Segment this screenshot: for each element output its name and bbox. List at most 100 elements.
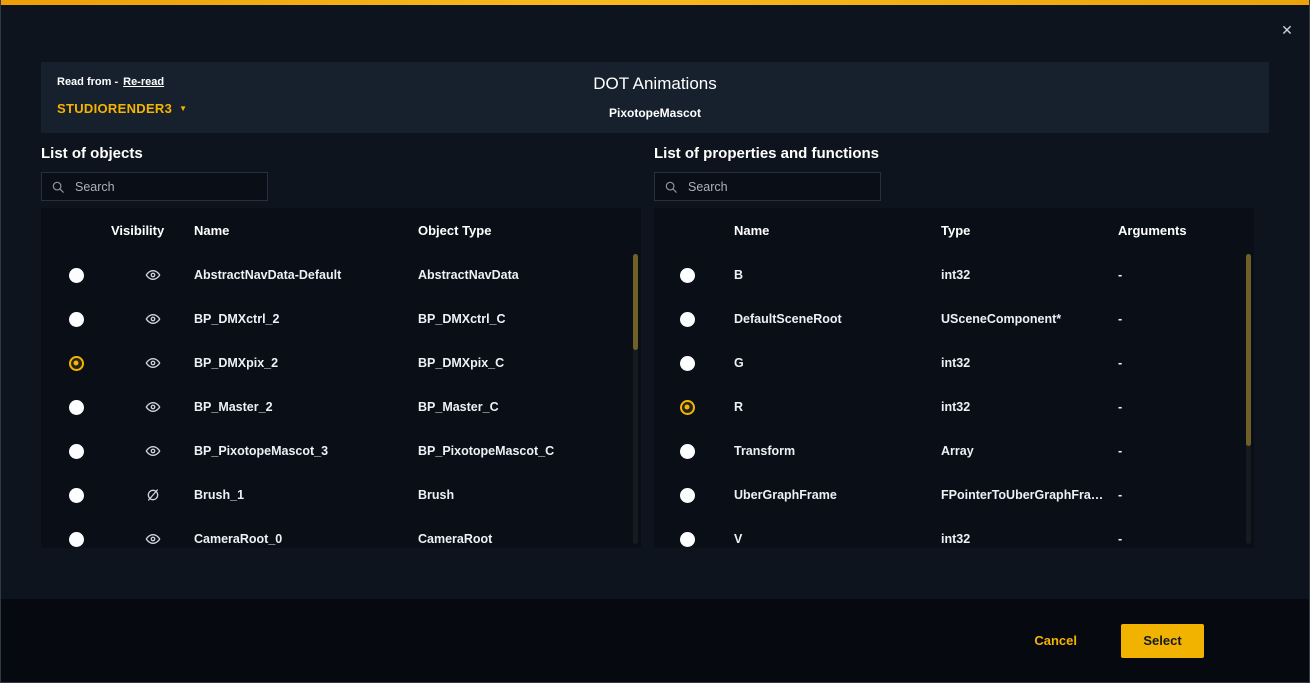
cell-name: B [720, 268, 927, 282]
cancel-button[interactable]: Cancel [1028, 632, 1083, 649]
cell-object-type: BP_DMXctrl_C [418, 312, 641, 326]
radio-button[interactable] [680, 488, 695, 503]
table-row[interactable]: Rint32- [654, 385, 1254, 429]
cell-object-type: CameraRoot [418, 532, 641, 546]
top-accent-bar [1, 0, 1309, 5]
column-header-name: Name [720, 223, 927, 238]
properties-panel-heading: List of properties and functions [654, 145, 879, 162]
eye-icon[interactable] [145, 355, 161, 371]
table-row[interactable]: CameraRoot_0CameraRoot [41, 517, 641, 548]
visibility-cell [111, 531, 194, 547]
radio-button[interactable] [680, 444, 695, 459]
radio-button[interactable] [69, 488, 84, 503]
search-icon [51, 180, 65, 194]
eye-off-icon[interactable] [145, 487, 161, 503]
visibility-cell [111, 267, 194, 283]
radio-button[interactable] [680, 532, 695, 547]
objects-search[interactable] [41, 172, 268, 201]
eye-icon[interactable] [145, 531, 161, 547]
cell-arguments: - [1104, 312, 1254, 326]
table-row[interactable]: DefaultSceneRootUSceneComponent*- [654, 297, 1254, 341]
dialog-window: ✕ Read from - Re-read STUDIORENDER3 ▼ DOT… [0, 0, 1310, 683]
cell-object-type: BP_DMXpix_C [418, 356, 641, 370]
radio-cell [41, 312, 111, 327]
select-button[interactable]: Select [1121, 624, 1204, 658]
reread-link[interactable]: Re-read [123, 76, 164, 88]
scrollbar-thumb[interactable] [1246, 254, 1251, 446]
table-row[interactable]: BP_DMXpix_2BP_DMXpix_C [41, 341, 641, 385]
radio-button[interactable] [680, 312, 695, 327]
eye-icon[interactable] [145, 267, 161, 283]
cell-name: DefaultSceneRoot [720, 312, 927, 326]
radio-cell [654, 268, 720, 283]
close-button[interactable]: ✕ [1277, 20, 1297, 40]
radio-cell [41, 444, 111, 459]
properties-search[interactable] [654, 172, 881, 201]
objects-panel-heading: List of objects [41, 145, 143, 162]
dialog-footer: Cancel Select [1, 599, 1309, 682]
column-header-object-type: Object Type [418, 223, 641, 238]
radio-button[interactable] [69, 268, 84, 283]
radio-cell [654, 312, 720, 327]
eye-icon[interactable] [145, 399, 161, 415]
table-row[interactable]: Gint32- [654, 341, 1254, 385]
radio-button[interactable] [69, 312, 84, 327]
radio-cell [41, 400, 111, 415]
read-from-row: Read from - Re-read [57, 76, 187, 88]
objects-table: Visibility Name Object Type AbstractNavD… [41, 208, 641, 548]
radio-button[interactable] [680, 268, 695, 283]
cell-arguments: - [1104, 532, 1254, 546]
eye-icon[interactable] [145, 443, 161, 459]
properties-search-input[interactable] [686, 179, 871, 195]
radio-cell [41, 356, 111, 371]
cell-name: AbstractNavData-Default [194, 268, 418, 282]
cell-type: int32 [927, 400, 1104, 414]
table-row[interactable]: Brush_1Brush [41, 473, 641, 517]
table-row[interactable]: Vint32- [654, 517, 1254, 548]
visibility-cell [111, 487, 194, 503]
radio-button[interactable] [69, 444, 84, 459]
cell-arguments: - [1104, 400, 1254, 414]
table-row[interactable]: Bint32- [654, 253, 1254, 297]
radio-button-selected[interactable] [69, 356, 84, 371]
cell-object-type: Brush [418, 488, 641, 502]
table-row[interactable]: BP_PixotopeMascot_3BP_PixotopeMascot_C [41, 429, 641, 473]
dialog-title-block: DOT Animations PixotopeMascot [41, 74, 1269, 120]
radio-cell [41, 488, 111, 503]
table-row[interactable]: TransformArray- [654, 429, 1254, 473]
properties-scrollbar[interactable] [1246, 254, 1251, 544]
table-row[interactable]: BP_Master_2BP_Master_C [41, 385, 641, 429]
objects-scrollbar[interactable] [633, 254, 638, 544]
cell-object-type: AbstractNavData [418, 268, 641, 282]
radio-button[interactable] [69, 532, 84, 547]
scrollbar-thumb[interactable] [633, 254, 638, 350]
visibility-cell [111, 443, 194, 459]
radio-cell [654, 400, 720, 415]
radio-cell [654, 444, 720, 459]
eye-icon[interactable] [145, 311, 161, 327]
cell-type: FPointerToUberGraphFrame [927, 488, 1104, 502]
dialog-header: Read from - Re-read STUDIORENDER3 ▼ DOT A… [41, 62, 1269, 133]
cell-name: G [720, 356, 927, 370]
table-row[interactable]: UberGraphFrameFPointerToUberGraphFrame- [654, 473, 1254, 517]
cell-type: Array [927, 444, 1104, 458]
cell-name: V [720, 532, 927, 546]
objects-search-input[interactable] [73, 179, 258, 195]
table-row[interactable]: BP_DMXctrl_2BP_DMXctrl_C [41, 297, 641, 341]
visibility-cell [111, 311, 194, 327]
cell-arguments: - [1104, 488, 1254, 502]
cell-name: BP_DMXctrl_2 [194, 312, 418, 326]
cell-name: R [720, 400, 927, 414]
radio-button-selected[interactable] [680, 400, 695, 415]
radio-cell [41, 268, 111, 283]
radio-button[interactable] [69, 400, 84, 415]
radio-cell [654, 356, 720, 371]
table-row[interactable]: AbstractNavData-DefaultAbstractNavData [41, 253, 641, 297]
read-from-label: Read from - [57, 76, 118, 88]
radio-cell [41, 532, 111, 547]
read-from-block: Read from - Re-read STUDIORENDER3 ▼ [57, 76, 187, 116]
radio-button[interactable] [680, 356, 695, 371]
cell-name: Transform [720, 444, 927, 458]
source-dropdown[interactable]: STUDIORENDER3 ▼ [57, 101, 187, 116]
radio-cell [654, 488, 720, 503]
